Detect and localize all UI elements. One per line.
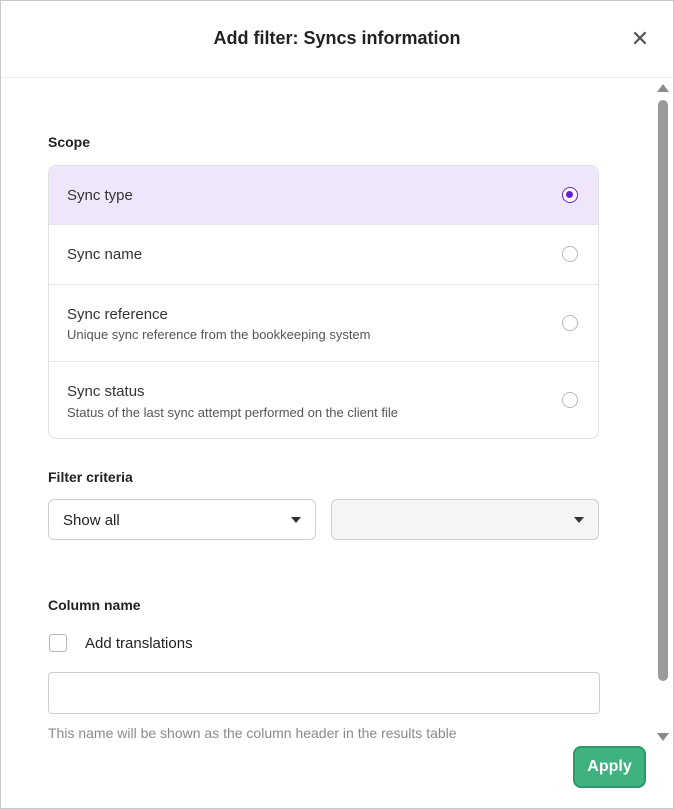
filter-criteria-select[interactable]: Show all xyxy=(48,499,316,540)
option-label: Sync reference xyxy=(67,306,168,323)
option-label: Sync name xyxy=(67,246,143,263)
scope-option-sync-status[interactable]: Sync status Status of the last sync atte… xyxy=(49,362,598,438)
scope-options: Sync type Sync name Sync reference Uniqu… xyxy=(48,165,599,439)
filter-value-select[interactable] xyxy=(331,499,599,540)
radio-selected-icon[interactable] xyxy=(562,187,578,203)
dialog-title: Add filter: Syncs information xyxy=(213,28,461,48)
filter-criteria-label: Filter criteria xyxy=(48,469,133,485)
scrollbar-thumb[interactable] xyxy=(658,100,668,681)
close-icon[interactable]: ✕ xyxy=(629,28,651,50)
scroll-up-arrow-icon[interactable] xyxy=(657,84,669,92)
dialog-header: Add filter: Syncs information ✕ xyxy=(1,1,673,78)
scope-option-sync-name[interactable]: Sync name xyxy=(49,225,598,285)
scroll-down-arrow-icon[interactable] xyxy=(657,733,669,741)
radio-icon[interactable] xyxy=(562,315,578,331)
column-name-helper-text: This name will be shown as the column he… xyxy=(48,725,457,741)
caret-down-icon xyxy=(291,517,301,523)
add-translations-label: Add translations xyxy=(85,635,193,652)
scope-option-sync-reference[interactable]: Sync reference Unique sync reference fro… xyxy=(49,285,598,362)
add-filter-dialog: Add filter: Syncs information ✕ Scope Sy… xyxy=(0,0,674,809)
select-value: Show all xyxy=(63,512,120,529)
option-label: Sync type xyxy=(67,187,133,204)
radio-icon[interactable] xyxy=(562,392,578,408)
apply-button[interactable]: Apply xyxy=(573,746,646,788)
option-label: Sync status xyxy=(67,383,145,400)
add-translations-checkbox[interactable] xyxy=(49,634,67,652)
column-name-input[interactable] xyxy=(48,672,600,714)
caret-down-icon xyxy=(574,517,584,523)
option-description: Status of the last sync attempt performe… xyxy=(67,405,398,420)
scope-label: Scope xyxy=(48,134,91,150)
option-description: Unique sync reference from the bookkeepi… xyxy=(67,327,371,342)
scope-option-sync-type[interactable]: Sync type xyxy=(49,166,598,225)
radio-icon[interactable] xyxy=(562,246,578,262)
column-name-label: Column name xyxy=(48,597,141,613)
